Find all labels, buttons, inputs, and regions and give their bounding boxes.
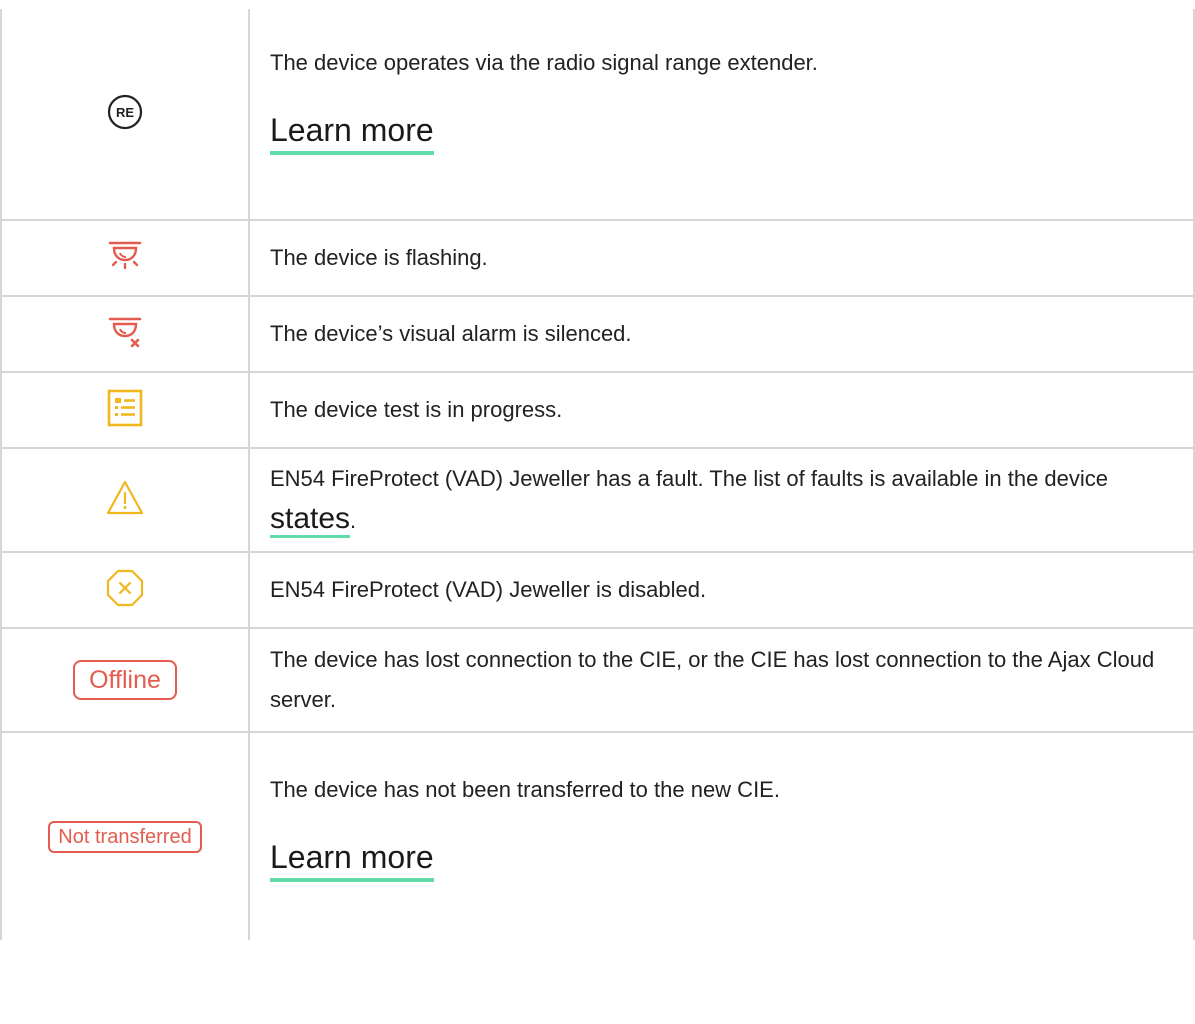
table-row: EN54 FireProtect (VAD) Jeweller is disab… — [0, 551, 1195, 629]
text-cell: The device test is in progress. — [248, 371, 1195, 449]
table-row: The device is flashing. — [0, 219, 1195, 297]
not-transferred-badge: Not transferred — [48, 820, 202, 853]
icon-cell — [0, 295, 250, 373]
row-description-text: EN54 FireProtect (VAD) Jeweller has a fa… — [270, 466, 1109, 491]
icon-cell — [0, 219, 250, 297]
row-description: EN54 FireProtect (VAD) Jeweller is disab… — [270, 577, 707, 602]
table-row: Offline The device has lost connection t… — [0, 627, 1195, 733]
text-cell: The device has not been transferred to t… — [248, 731, 1195, 940]
range-extender-icon-label: RE — [116, 105, 134, 120]
icon-cell — [0, 371, 250, 449]
table-row: EN54 FireProtect (VAD) Jeweller has a fa… — [0, 447, 1195, 553]
states-link[interactable]: states — [270, 502, 351, 538]
icon-cell: Offline — [0, 627, 250, 733]
row-description: The device’s visual alarm is silenced. — [270, 321, 632, 346]
row-description: The device operates via the radio signal… — [270, 49, 818, 75]
text-cell: The device operates via the radio signal… — [248, 9, 1195, 221]
flashing-siren-icon — [105, 236, 145, 281]
icon-cell: RE — [0, 9, 250, 221]
text-cell: EN54 FireProtect (VAD) Jeweller has a fa… — [248, 447, 1195, 553]
row-description: The device test is in progress. — [270, 397, 563, 422]
row-description: EN54 FireProtect (VAD) Jeweller has a fa… — [270, 459, 1173, 541]
icon-cell: Not transferred — [0, 731, 250, 940]
table-row: RE The device operates via the radio sig… — [0, 9, 1195, 221]
learn-more-link[interactable]: Learn more — [270, 837, 434, 882]
siren-silenced-icon — [105, 312, 145, 357]
text-cell: EN54 FireProtect (VAD) Jeweller is disab… — [248, 551, 1195, 629]
row-description: The device is flashing. — [270, 245, 488, 270]
icon-cell — [0, 447, 250, 553]
icon-cell — [0, 551, 250, 629]
row-description-end: . — [350, 508, 357, 533]
device-states-table: RE The device operates via the radio sig… — [0, 9, 1195, 940]
table-row: The device’s visual alarm is silenced. — [0, 295, 1195, 373]
table-row: Not transferred The device has not been … — [0, 731, 1195, 940]
text-cell: The device’s visual alarm is silenced. — [248, 295, 1195, 373]
text-cell: The device has lost connection to the CI… — [248, 627, 1195, 733]
warning-triangle-icon — [105, 478, 145, 523]
row-description: The device has not been transferred to t… — [270, 777, 780, 802]
disabled-octagon-icon — [105, 568, 145, 613]
offline-badge: Offline — [73, 660, 177, 700]
table-row: The device test is in progress. — [0, 371, 1195, 449]
learn-more-link[interactable]: Learn more — [270, 110, 434, 155]
text-cell: The device is flashing. — [248, 219, 1195, 297]
test-list-icon — [105, 388, 145, 433]
row-description: The device has lost connection to the CI… — [270, 647, 1155, 712]
range-extender-icon: RE — [105, 92, 145, 137]
